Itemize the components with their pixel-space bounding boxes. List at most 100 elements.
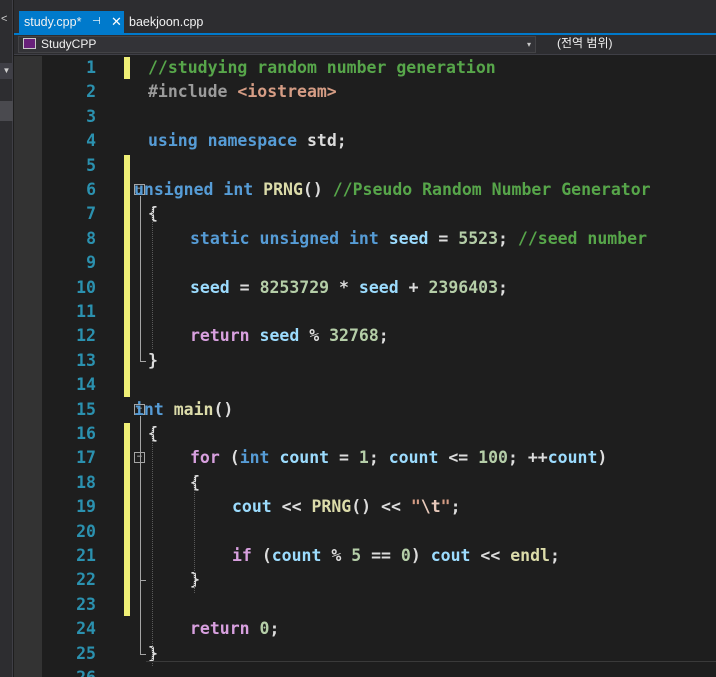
code-token: () — [213, 399, 234, 419]
code-token: count — [279, 448, 330, 468]
change-indicator-bar — [124, 423, 130, 617]
code-token: 0 — [259, 619, 270, 639]
code-token: seed — [388, 228, 429, 248]
code-text: using namespace std; — [148, 129, 347, 153]
tab-study-cpp[interactable]: study.cpp* ⊣ ✕ — [19, 11, 124, 33]
code-text: return seed % 32768; — [190, 324, 389, 348]
code-text: static unsigned int seed = 5523; //seed … — [190, 227, 647, 251]
project-dropdown[interactable]: StudyCPP ▾ — [18, 36, 536, 53]
code-line[interactable]: 8 static unsigned int seed = 5523; //seed… — [14, 227, 716, 251]
code-line[interactable]: 12 return seed % 32768; — [14, 324, 716, 348]
line-number: 22 — [76, 570, 96, 590]
code-line[interactable]: 25} — [14, 642, 716, 666]
code-token: ; — [378, 326, 389, 346]
code-line[interactable]: 5 — [14, 154, 716, 178]
line-number: 2 — [86, 82, 96, 102]
line-number: 8 — [86, 228, 96, 248]
code-text: #include <iostream> — [148, 80, 337, 104]
line-number: 9 — [86, 253, 96, 273]
code-token: int — [348, 228, 389, 248]
code-line[interactable]: 26 — [14, 666, 716, 677]
code-line[interactable]: 2 #include <iostream> — [14, 80, 716, 104]
indent-guide — [194, 474, 195, 593]
line-number: 1 — [86, 58, 96, 77]
code-line[interactable]: 18{ — [14, 471, 716, 495]
code-line[interactable]: 21 if (count % 5 == 0) cout << endl; — [14, 544, 716, 568]
code-token: seed — [259, 326, 300, 346]
code-text: cout << PRNG() << "\t"; — [232, 495, 461, 519]
code-line[interactable]: 14 — [14, 373, 716, 397]
code-token: //Pseudo Random Number Generator — [332, 180, 651, 199]
code-token: = — [329, 448, 359, 468]
line-number: 10 — [76, 277, 96, 297]
code-text: if (count % 5 == 0) cout << endl; — [232, 544, 560, 568]
code-token: 8253729 — [259, 277, 330, 297]
code-token: for — [190, 448, 230, 468]
code-editor[interactable]: 1 //studying random number generation 2 #in… — [14, 56, 716, 677]
close-icon[interactable]: ✕ — [111, 11, 122, 33]
code-token: int — [239, 448, 280, 468]
dropdown-arrow-icon[interactable]: ▼ — [0, 63, 13, 79]
fold-guide-end — [140, 653, 146, 655]
code-token: ) — [597, 448, 608, 468]
code-line[interactable]: 19 cout << PRNG() << "\t"; — [14, 495, 716, 519]
collapse-arrow-icon[interactable]: < — [1, 13, 7, 25]
code-line[interactable]: 4 using namespace std; — [14, 129, 716, 153]
fold-guide-end — [140, 580, 146, 582]
code-token: //seed number — [517, 228, 648, 248]
code-token: #include — [148, 82, 238, 102]
code-token: int — [223, 180, 264, 199]
code-line[interactable]: 1 //studying random number generation — [14, 56, 716, 80]
code-token: <iostream> — [237, 82, 337, 102]
code-line[interactable]: 17−for (int count = 1; count <= 100; ++c… — [14, 446, 716, 470]
scope-separator-line — [146, 661, 716, 662]
code-line[interactable]: 10 seed = 8253729 * seed + 2396403; — [14, 276, 716, 300]
code-line[interactable]: 20 — [14, 520, 716, 544]
code-token: " — [410, 497, 421, 517]
code-token: << — [271, 497, 312, 517]
code-token: ; ++ — [507, 448, 548, 468]
code-token: static — [190, 228, 260, 248]
code-text: for (int count = 1; count <= 100; ++coun… — [190, 446, 607, 470]
code-token: cout — [232, 497, 272, 517]
code-line[interactable]: 3 — [14, 105, 716, 129]
code-token: 0 — [400, 546, 411, 565]
scope-dropdown[interactable]: (전역 범위) — [544, 36, 716, 53]
code-line[interactable]: 15− int main() — [14, 398, 716, 422]
code-line[interactable]: 11 — [14, 300, 716, 324]
code-token: 1 — [358, 448, 369, 468]
scope-label: (전역 범위) — [557, 36, 613, 50]
line-number: 4 — [86, 131, 96, 151]
code-token: % — [321, 546, 352, 565]
code-line[interactable]: 9 — [14, 251, 716, 275]
indent-guide — [152, 206, 153, 349]
code-text: } — [148, 349, 158, 373]
code-token: PRNG — [263, 180, 303, 199]
code-token: + — [398, 277, 429, 297]
tab-baekjoon-cpp[interactable]: baekjoon.cpp — [129, 11, 203, 33]
chevron-down-icon[interactable]: ▾ — [527, 37, 531, 52]
code-line[interactable]: 24 return 0; — [14, 617, 716, 641]
line-number: 24 — [76, 619, 96, 639]
code-token: count — [271, 546, 322, 565]
code-token: " — [440, 497, 451, 517]
code-line[interactable]: 16{ — [14, 422, 716, 446]
line-number: 13 — [76, 350, 96, 370]
code-line[interactable]: 7{ — [14, 202, 716, 226]
code-line[interactable]: 13} — [14, 349, 716, 373]
pin-icon[interactable]: ⊣ — [92, 11, 101, 33]
tab-label: study.cpp* — [24, 15, 82, 29]
line-number: 14 — [76, 375, 96, 395]
code-text: unsigned int PRNG() //Pseudo Random Numb… — [134, 178, 651, 202]
left-panel-selected-row[interactable] — [0, 101, 13, 121]
line-number: 15 — [76, 399, 96, 419]
line-number: 16 — [76, 424, 96, 443]
code-line[interactable]: 22} — [14, 568, 716, 592]
line-number: 20 — [76, 521, 96, 541]
navigation-bar: StudyCPP ▾ (전역 범위) — [14, 35, 716, 55]
code-line[interactable]: 6− unsigned int PRNG() //Pseudo Random Nu… — [14, 178, 716, 202]
code-line[interactable]: 23 — [14, 593, 716, 617]
code-token: ; — [549, 546, 560, 565]
line-number: 17 — [76, 448, 96, 468]
code-token: if — [232, 546, 262, 565]
